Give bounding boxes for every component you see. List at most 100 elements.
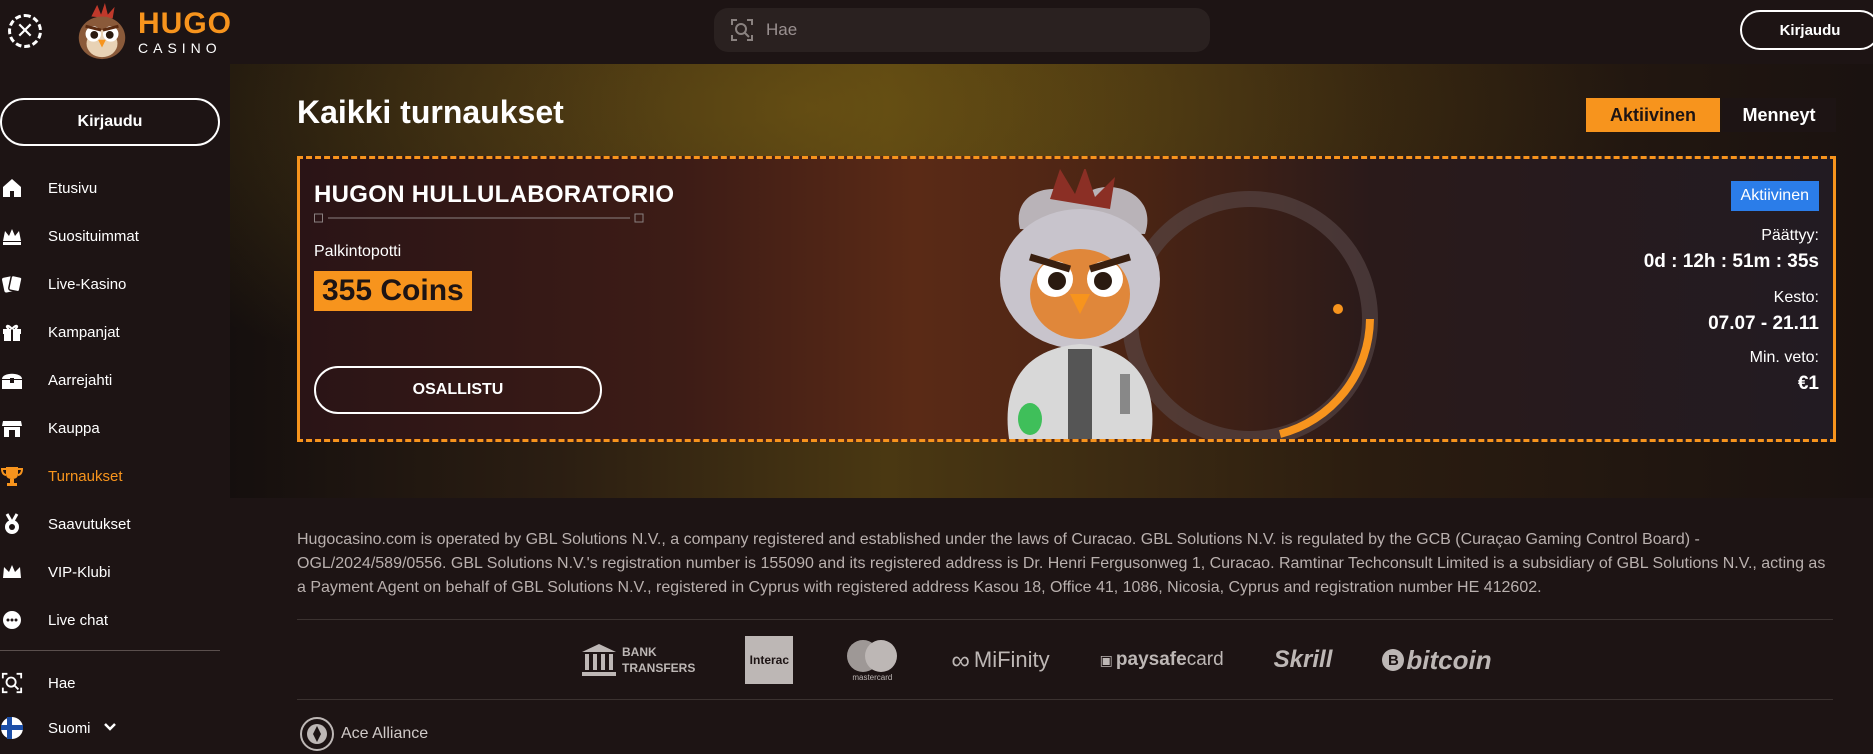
bank-line2: TRANSFERS	[622, 661, 696, 675]
lock-icon: ▣	[1099, 651, 1113, 668]
chevron-down-icon	[103, 719, 117, 737]
tab-past[interactable]: Menneyt	[1722, 98, 1836, 132]
sidebar-item-kampanjat[interactable]: Kampanjat	[0, 308, 230, 356]
sidebar-item-vip-klubi[interactable]: VIP-Klubi	[0, 548, 230, 596]
search-bar[interactable]	[714, 8, 1210, 52]
mifinity-label: MiFinity	[973, 647, 1050, 672]
payment-methods: BANK TRANSFERS Interac mastercard ∞ MiFi…	[580, 632, 1542, 688]
sidebar-nav: Etusivu Suosituimmat Live-Kasino Kampanj…	[0, 164, 230, 644]
ends-label: Päättyy:	[1761, 227, 1819, 244]
min-bet-label: Min. veto:	[1749, 349, 1819, 366]
sidebar-item-label: Saavutukset	[48, 515, 131, 533]
close-icon[interactable]: ✕	[8, 14, 42, 48]
ends-block: Päättyy: 0d : 12h : 51m : 35s	[1644, 227, 1819, 273]
crown-cards-icon	[0, 224, 24, 248]
interac-logo: Interac	[745, 636, 794, 684]
bank-icon	[582, 644, 616, 676]
top-bar: ✕ HUGO CASINO Kirjaudu	[0, 0, 1873, 64]
skrill-label: Skrill	[1273, 646, 1333, 673]
card-label: card	[1186, 649, 1224, 670]
tab-active[interactable]: Aktiivinen	[1586, 98, 1720, 132]
brand-name: HUGO	[138, 7, 232, 40]
logo[interactable]: HUGO CASINO	[72, 2, 232, 62]
duration-block: Kesto: 07.07 - 21.11	[1708, 289, 1819, 335]
language-selector[interactable]: Suomi	[0, 710, 117, 746]
sidebar-divider	[0, 650, 220, 651]
footer-divider	[297, 699, 1833, 700]
search-input[interactable]	[766, 20, 1186, 40]
paysafecard-logo: ▣ paysafe card	[1100, 649, 1224, 671]
language-label: Suomi	[48, 719, 91, 737]
title-underline	[314, 213, 644, 223]
medal-icon	[0, 512, 24, 536]
sidebar-item-aarrejahti[interactable]: Aarrejahti	[0, 356, 230, 404]
cards-icon	[0, 272, 24, 296]
sidebar: Kirjaudu Etusivu Suosituimmat Live-Kasin…	[0, 64, 230, 754]
sidebar-item-label: VIP-Klubi	[48, 563, 111, 581]
owl-logo-icon	[78, 2, 126, 60]
chat-icon	[0, 608, 24, 632]
countdown-value: 0d : 12h : 51m : 35s	[1643, 251, 1819, 272]
mastercard-label: mastercard	[852, 672, 893, 682]
bitcoin-label: bitcoin	[1406, 644, 1492, 675]
sidebar-item-label: Suosituimmat	[48, 227, 139, 245]
trophy-icon	[0, 464, 24, 488]
join-button[interactable]: OSALLISTU	[314, 366, 602, 414]
min-bet-block: Min. veto: €1	[1750, 349, 1819, 395]
sidebar-item-label: Live-Kasino	[48, 275, 127, 293]
tournament-card: HUGON HULLULABORATORIO Palkintopotti 355…	[297, 156, 1836, 442]
treasure-chest-icon	[0, 368, 24, 392]
brand-subtitle: CASINO	[138, 40, 222, 56]
tournament-title: HUGON HULLULABORATORIO	[314, 181, 675, 208]
status-badge: Aktiivinen	[1730, 181, 1819, 211]
sidebar-login-button[interactable]: Kirjaudu	[0, 98, 220, 146]
finland-flag-icon	[0, 716, 24, 740]
skrill-logo: Skrill	[1274, 646, 1333, 674]
home-icon	[0, 176, 24, 200]
scientist-owl-icon	[1000, 169, 1160, 439]
header-login-button[interactable]: Kirjaudu	[1740, 10, 1873, 50]
tournaments-hero: Kaikki turnaukset Aktiivinen Menneyt HUG…	[230, 64, 1873, 498]
sidebar-item-label: Kauppa	[48, 419, 100, 437]
ace-alliance[interactable]: Ace Alliance	[299, 716, 428, 752]
search-icon	[0, 671, 24, 695]
footer-divider	[297, 619, 1833, 620]
sidebar-item-label: Etusivu	[48, 179, 98, 197]
sidebar-item-label: Turnaukset	[48, 467, 123, 485]
bank-line1: BANK	[622, 645, 657, 659]
sidebar-item-turnaukset[interactable]: Turnaukset	[0, 452, 230, 500]
sidebar-item-kauppa[interactable]: Kauppa	[0, 404, 230, 452]
search-icon	[731, 19, 753, 41]
bitcoin-icon: B	[1382, 649, 1405, 671]
sidebar-item-label: Live chat	[48, 611, 109, 629]
infinity-icon: ∞	[951, 644, 970, 675]
sidebar-item-live-chat[interactable]: Live chat	[0, 596, 230, 644]
shop-icon	[0, 416, 24, 440]
sidebar-item-suosituimmat[interactable]: Suosituimmat	[0, 212, 230, 260]
prize-pool-label: Palkintopotti	[314, 243, 402, 260]
interac-badge: Interac	[745, 636, 794, 684]
sidebar-item-live-kasino[interactable]: Live-Kasino	[0, 260, 230, 308]
min-bet-value: €1	[1797, 373, 1819, 394]
sidebar-item-label: Aarrejahti	[48, 371, 113, 389]
bank-transfers-logo: BANK TRANSFERS	[580, 642, 695, 678]
sidebar-item-label: Kampanjat	[48, 323, 120, 341]
paysafe-label: paysafe	[1115, 649, 1187, 670]
crown-icon	[0, 560, 24, 584]
mifinity-logo: ∞ MiFinity	[951, 645, 1049, 676]
legal-text: Hugocasino.com is operated by GBL Soluti…	[297, 531, 1826, 596]
page-title: Kaikki turnaukset	[297, 94, 564, 130]
mastercard-icon	[847, 639, 898, 672]
prize-pool-value: 355 Coins	[314, 271, 472, 311]
gift-icon	[0, 320, 24, 344]
sidebar-search-label: Hae	[48, 674, 76, 692]
mastercard-logo: mastercard	[843, 639, 901, 682]
bitcoin-logo: B bitcoin	[1382, 644, 1492, 676]
sidebar-item-etusivu[interactable]: Etusivu	[0, 164, 230, 212]
sidebar-item-saavutukset[interactable]: Saavutukset	[0, 500, 230, 548]
ace-alliance-label: Ace Alliance	[341, 725, 429, 742]
duration-value: 07.07 - 21.11	[1708, 313, 1819, 334]
sidebar-search[interactable]: Hae	[0, 665, 76, 701]
duration-label: Kesto:	[1773, 289, 1819, 306]
ace-alliance-seal-icon	[300, 717, 334, 751]
